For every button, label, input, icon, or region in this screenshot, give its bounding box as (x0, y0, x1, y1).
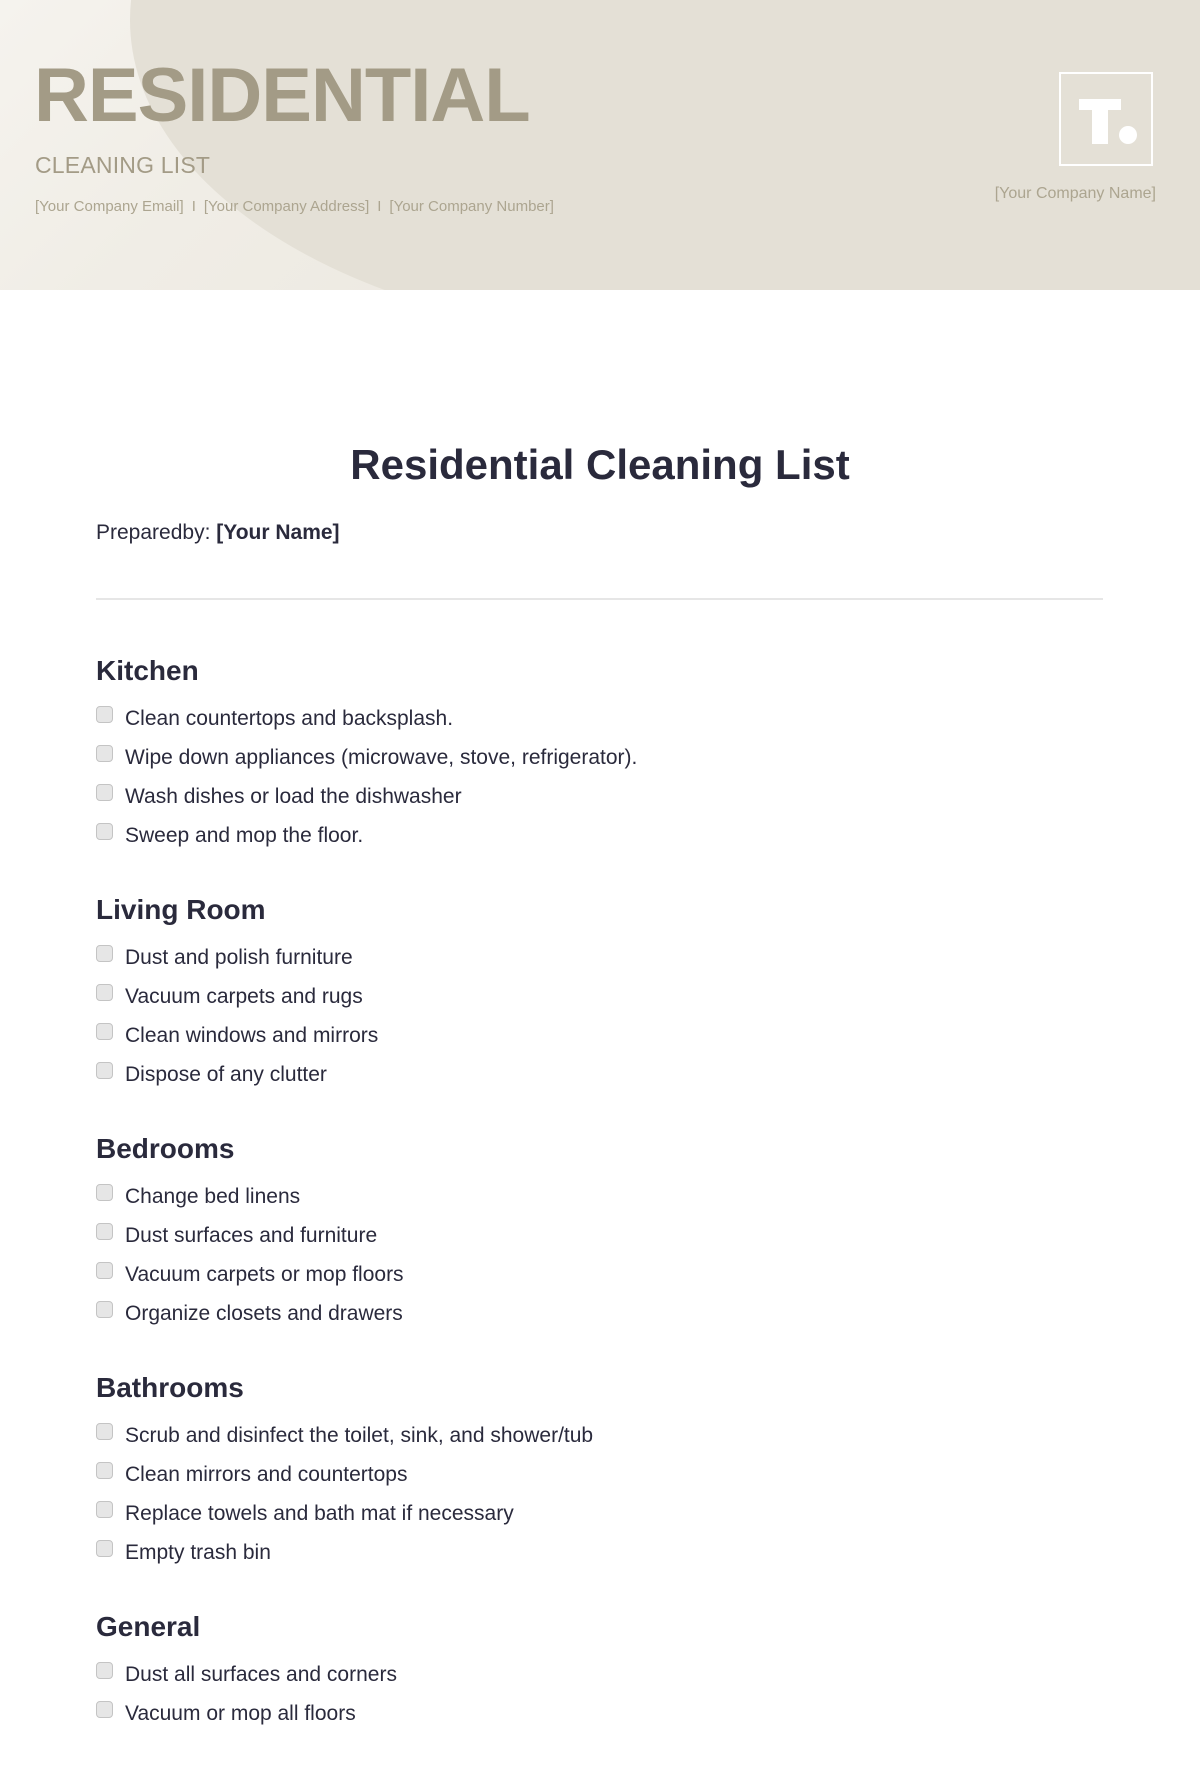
checklist-item-label: Vacuum or mop all floors (125, 1701, 356, 1725)
checklist-item: Dust all surfaces and corners (96, 1655, 1096, 1694)
separator: I (191, 198, 196, 215)
checklist-item: Dispose of any clutter (96, 1055, 1096, 1094)
checklist-item: Clean windows and mirrors (96, 1016, 1096, 1055)
checkbox[interactable] (96, 823, 113, 840)
header-decoration (130, 0, 1200, 290)
checkbox[interactable] (96, 1262, 113, 1279)
company-contact-line: [Your Company Email] I [Your Company Addre… (35, 198, 554, 215)
checklist-item: Sweep and mop the floor. (96, 816, 1096, 855)
document-header: RESIDENTIAL CLEANING LIST [Your Company … (0, 0, 1200, 290)
checklist-item-label: Dust all surfaces and corners (125, 1662, 397, 1686)
checklist-item-label: Clean mirrors and countertops (125, 1462, 408, 1486)
page-title: Residential Cleaning List (350, 441, 850, 488)
checklist-item: Wipe down appliances (microwave, stove, … (96, 738, 1096, 777)
checklist-item-label: Organize closets and drawers (125, 1301, 403, 1325)
checklist-item: Dust and polish furniture (96, 938, 1096, 977)
checklist-item-label: Dust surfaces and furniture (125, 1223, 378, 1247)
checklist-item: Organize closets and drawers (96, 1294, 1096, 1333)
checkbox[interactable] (96, 784, 113, 801)
prepared-by-name: [Your Name] (216, 521, 340, 544)
checklist-item-label: Empty trash bin (125, 1540, 271, 1564)
checkbox[interactable] (96, 1223, 113, 1240)
checkbox[interactable] (96, 984, 113, 1001)
checklist-section-kitchen: Kitchen Clean countertops and backsplash.… (96, 651, 1096, 855)
checklist-item: Clean mirrors and countertops (96, 1455, 1096, 1494)
checklist-item: Scrub and disinfect the toilet, sink, an… (96, 1416, 1096, 1455)
checklist-item: Vacuum carpets and rugs (96, 977, 1096, 1016)
company-logo-icon (1059, 72, 1153, 166)
checkbox[interactable] (96, 1184, 113, 1201)
checklist-item-label: Vacuum carpets and rugs (125, 984, 363, 1008)
checklist-item: Replace towels and bath mat if necessary (96, 1494, 1096, 1533)
checklist-item-label: Wipe down appliances (microwave, stove, … (125, 745, 638, 769)
brand-title: RESIDENTIAL (34, 53, 531, 138)
section-heading: Bathrooms (96, 1372, 244, 1403)
checklist-item-label: Clean windows and mirrors (125, 1023, 379, 1047)
checklist-item-label: Dispose of any clutter (125, 1062, 327, 1086)
checklist-item: Change bed linens (96, 1177, 1096, 1216)
checklist-item-label: Clean countertops and backsplash. (125, 706, 454, 730)
divider (96, 598, 1103, 600)
company-address: [Your Company Address] (203, 198, 370, 215)
checklist-section-living-room: Living Room Dust and polish furniture Vacu… (96, 890, 1096, 1094)
checklist-item-label: Vacuum carpets or mop floors (125, 1262, 404, 1286)
checkbox[interactable] (96, 1701, 113, 1718)
checklist-section-general: General Dust all surfaces and corners Vacu… (96, 1607, 1096, 1733)
section-heading: Living Room (96, 894, 266, 925)
section-heading: Kitchen (96, 655, 199, 686)
checkbox[interactable] (96, 1662, 113, 1679)
checklist-section-bedrooms: Bedrooms Change bed linens Dust surfaces a… (96, 1129, 1096, 1333)
company-name: [Your Company Name] (994, 185, 1156, 202)
checkbox[interactable] (96, 1501, 113, 1518)
checkbox[interactable] (96, 945, 113, 962)
checklist-item: Wash dishes or load the dishwasher (96, 777, 1096, 816)
company-email: [Your Company Email] (35, 198, 184, 215)
checkbox[interactable] (96, 1540, 113, 1557)
checklist-item-label: Scrub and disinfect the toilet, sink, an… (125, 1423, 594, 1447)
checklist-item: Vacuum carpets or mop floors (96, 1255, 1096, 1294)
checklist-item: Dust surfaces and furniture (96, 1216, 1096, 1255)
checklist-item-label: Wash dishes or load the dishwasher (125, 784, 462, 808)
checklist-item: Empty trash bin (96, 1533, 1096, 1572)
checkbox[interactable] (96, 1062, 113, 1079)
checkbox[interactable] (96, 1023, 113, 1040)
checkbox[interactable] (96, 1462, 113, 1479)
prepared-by-label: Preparedby: (96, 521, 211, 544)
section-heading: Bedrooms (96, 1133, 235, 1164)
checklist-item: Clean countertops and backsplash. (96, 699, 1096, 738)
checklist-item-label: Change bed linens (125, 1184, 301, 1208)
prepared-by: Preparedby: [Your Name] (96, 521, 340, 545)
checklist-item-label: Replace towels and bath mat if necessary (125, 1501, 514, 1525)
checklist-item-label: Dust and polish furniture (125, 945, 353, 969)
checklist-sections: Kitchen Clean countertops and backsplash.… (96, 651, 1096, 1768)
checkbox[interactable] (96, 745, 113, 762)
checklist-item-label: Sweep and mop the floor. (125, 823, 364, 847)
checkbox[interactable] (96, 1301, 113, 1318)
section-heading: General (96, 1611, 201, 1642)
company-number: [Your Company Number] (389, 198, 554, 215)
separator: I (377, 198, 382, 215)
checklist-section-bathrooms: Bathrooms Scrub and disinfect the toilet,… (96, 1368, 1096, 1572)
checkbox[interactable] (96, 706, 113, 723)
brand-subtitle: CLEANING LIST (35, 152, 211, 178)
checkbox[interactable] (96, 1423, 113, 1440)
